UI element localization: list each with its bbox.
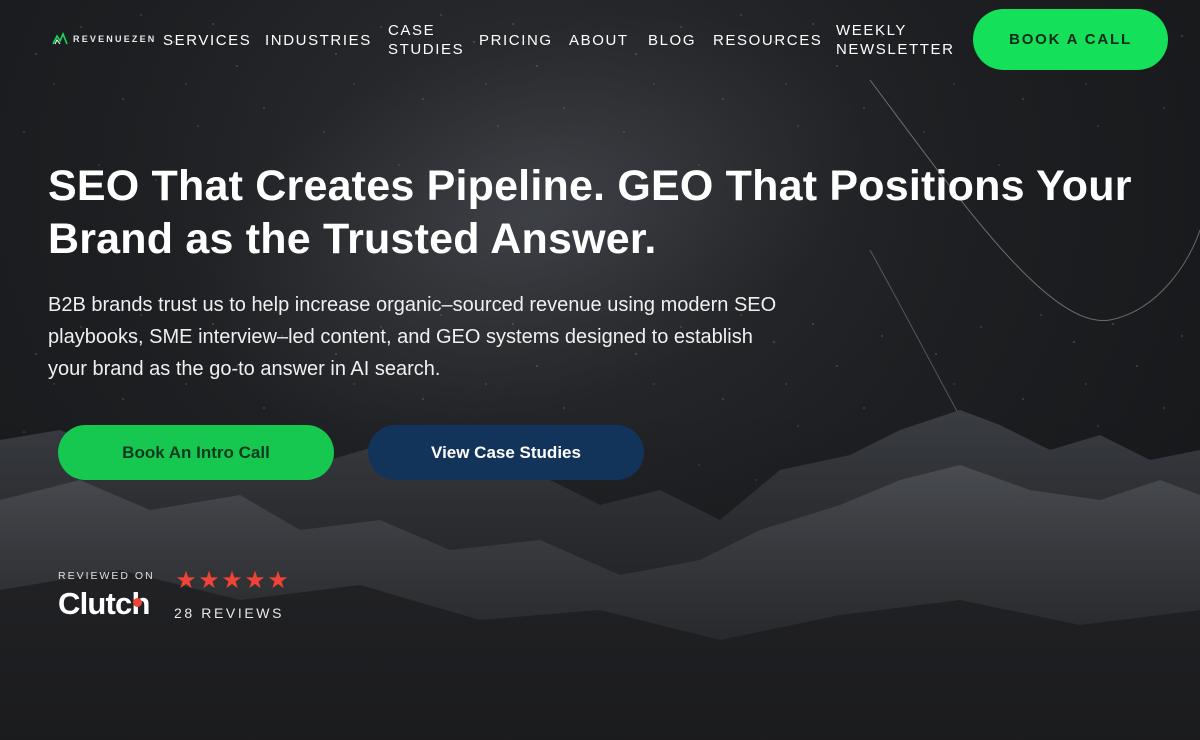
nav-resources[interactable]: RESOURCES	[713, 31, 822, 50]
site-header: REVENUEZEN SERVICES INDUSTRIES CASE STUD…	[0, 0, 1200, 80]
book-a-call-button[interactable]: BOOK A CALL	[973, 9, 1168, 70]
star-icon: ★	[198, 567, 220, 594]
brand-name: REVENUEZEN	[73, 34, 157, 44]
clutch-review-badge[interactable]: REVIEWED ON Clutch ★ ★ ★ ★ ★ 28 REVIEWS	[58, 568, 298, 628]
view-case-studies-button[interactable]: View Case Studies	[368, 425, 644, 480]
star-icon: ★	[175, 567, 197, 594]
nav-pricing[interactable]: PRICING	[479, 31, 553, 50]
rating-stars: ★ ★ ★ ★ ★	[175, 567, 289, 594]
brand-logo[interactable]: REVENUEZEN	[52, 31, 157, 47]
clutch-red-dot-icon	[133, 598, 142, 607]
nav-about[interactable]: ABOUT	[569, 31, 629, 50]
revenuezen-logo-icon	[52, 31, 68, 45]
star-icon: ★	[221, 567, 243, 594]
star-icon: ★	[267, 567, 289, 594]
nav-case-studies[interactable]: CASE STUDIES	[388, 21, 478, 59]
hero-headline: SEO That Creates Pipeline. GEO That Posi…	[48, 162, 1132, 263]
nav-weekly-newsletter[interactable]: WEEKLY NEWSLETTER	[836, 21, 966, 59]
nav-services[interactable]: SERVICES	[163, 31, 251, 50]
book-intro-call-button[interactable]: Book An Intro Call	[58, 425, 334, 480]
reviewed-on-label: REVIEWED ON	[58, 570, 155, 582]
review-count: 28 REVIEWS	[174, 605, 285, 621]
star-icon: ★	[244, 567, 266, 594]
nav-industries[interactable]: INDUSTRIES	[265, 31, 372, 50]
nav-blog[interactable]: BLOG	[648, 31, 696, 50]
hero-subheadline: B2B brands trust us to help increase org…	[48, 294, 777, 380]
